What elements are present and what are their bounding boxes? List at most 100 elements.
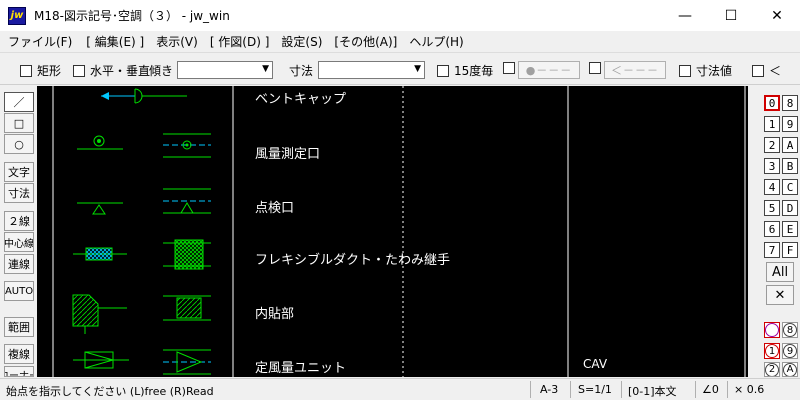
flexible-duct-symbol bbox=[73, 239, 211, 270]
status-paper-size[interactable]: A-3 bbox=[540, 383, 558, 396]
layer-group-a-button[interactable]: A bbox=[782, 362, 798, 377]
dimval-check-box[interactable] bbox=[679, 64, 691, 77]
tool-line[interactable]: ／ bbox=[4, 92, 34, 112]
label-cav: CAV bbox=[583, 357, 608, 371]
layer-group-a-label: A bbox=[783, 363, 797, 376]
inspection-port-symbol bbox=[77, 188, 211, 215]
dropdown-arrow-icon: ▼ bbox=[262, 64, 269, 74]
layer-group-1-button[interactable]: 1 bbox=[764, 343, 780, 359]
tool-auto[interactable]: AUTO bbox=[4, 281, 34, 301]
deg15-label: 15度毎 bbox=[454, 64, 494, 78]
tool-offset[interactable]: 複線 bbox=[4, 344, 34, 364]
toolbar: 矩形 水平・垂直 傾き ▼ 寸法 ▼ 15度毎 ●－－－ ＜－－－ 寸法値 ＜ bbox=[0, 52, 800, 85]
menu-other[interactable]: [その他(A)] bbox=[330, 33, 401, 50]
layer-4-button[interactable]: 4 bbox=[764, 179, 780, 195]
tilt-combo[interactable]: ▼ bbox=[177, 61, 273, 79]
layer-clear-button[interactable]: ✕ bbox=[766, 285, 794, 305]
deg15-checkbox[interactable]: 15度毎 bbox=[437, 62, 493, 79]
tool-dimension[interactable]: 寸法 bbox=[4, 183, 34, 203]
tool-polyline[interactable]: 連線 bbox=[4, 254, 34, 274]
label-flexible-duct: フレキシブルダクト・たわみ継手 bbox=[255, 253, 451, 268]
layer-c-button[interactable]: C bbox=[782, 179, 798, 195]
menu-draw[interactable]: [ 作図(D) ] bbox=[206, 33, 274, 50]
tool-range[interactable]: 範囲 bbox=[4, 317, 34, 337]
label-internal-lining: 内貼部 bbox=[255, 307, 295, 322]
layer-6-button[interactable]: 6 bbox=[764, 221, 780, 237]
status-bar: 始点を指示してください (L)free (R)Read A-3 S=1/1 [0… bbox=[0, 378, 800, 400]
point-mode-button[interactable]: ●－－－ bbox=[518, 61, 580, 79]
status-angle[interactable]: ∠0 bbox=[702, 383, 719, 396]
layer-1-button[interactable]: 1 bbox=[764, 116, 780, 132]
layer-2-button[interactable]: 2 bbox=[764, 137, 780, 153]
tool-circle[interactable]: ○ bbox=[4, 134, 34, 154]
label-cav-unit: 定風量ユニット bbox=[255, 361, 347, 376]
maximize-button[interactable]: ☐ bbox=[708, 0, 754, 31]
layer-all-button[interactable]: All bbox=[766, 262, 794, 282]
menu-edit[interactable]: [ 編集(E) ] bbox=[82, 33, 148, 50]
menu-file[interactable]: ファイル(F) bbox=[4, 33, 76, 50]
layer-f-button[interactable]: F bbox=[782, 242, 798, 258]
lt-check-box[interactable] bbox=[752, 64, 764, 77]
dim-combo[interactable]: ▼ bbox=[318, 61, 425, 79]
window-title: M18-図示記号･空調（３） - jw_win bbox=[34, 9, 230, 23]
status-separator bbox=[621, 381, 622, 398]
status-separator bbox=[695, 381, 696, 398]
hv-checkbox[interactable]: 水平・垂直 bbox=[73, 62, 150, 79]
point-mode-check-box[interactable] bbox=[503, 62, 515, 74]
layer-group-8-button[interactable]: 8 bbox=[782, 322, 798, 338]
title-bar: jw M18-図示記号･空調（３） - jw_win — ☐ ✕ bbox=[0, 0, 800, 31]
app-icon: jw bbox=[8, 6, 26, 25]
hv-check-box[interactable] bbox=[73, 64, 85, 77]
layer-3-button[interactable]: 3 bbox=[764, 158, 780, 174]
layer-group-9-label: 9 bbox=[783, 344, 797, 358]
tool-palette: ／ □ ○ 文字 寸法 ２線 中心線 連線 AUTO 範囲 複線 コーナー bbox=[0, 86, 37, 377]
layer-group-2-button[interactable]: 2 bbox=[764, 362, 780, 377]
label-airflow-port: 風量測定口 bbox=[255, 147, 321, 162]
arrow-mode-button[interactable]: ＜－－－ bbox=[604, 61, 666, 79]
menu-view[interactable]: 表示(V) bbox=[152, 33, 202, 50]
arrow-mode-check-box[interactable] bbox=[589, 62, 601, 74]
tool-center-line[interactable]: 中心線 bbox=[4, 232, 34, 252]
status-layer[interactable]: [0-1]本文 bbox=[628, 383, 677, 399]
menu-help[interactable]: ヘルプ(H) bbox=[405, 33, 467, 50]
tool-corner[interactable]: コーナー bbox=[4, 366, 34, 377]
layer-9-button[interactable]: 9 bbox=[782, 116, 798, 132]
menu-settings[interactable]: 設定(S) bbox=[277, 33, 326, 50]
tool-rectangle[interactable]: □ bbox=[4, 113, 34, 133]
status-scale[interactable]: S=1/1 bbox=[578, 383, 612, 396]
layer-a-button[interactable]: A bbox=[782, 137, 798, 153]
tool-text[interactable]: 文字 bbox=[4, 162, 34, 182]
rect-checkbox[interactable]: 矩形 bbox=[20, 62, 61, 79]
label-inspection-port: 点検口 bbox=[255, 201, 295, 216]
status-separator bbox=[530, 381, 531, 398]
tilt-label: 傾き bbox=[149, 64, 174, 78]
layer-group-9-button[interactable]: 9 bbox=[782, 343, 798, 359]
status-message: 始点を指示してください (L)free (R)Read bbox=[6, 385, 214, 398]
tool-double-line[interactable]: ２線 bbox=[4, 211, 34, 231]
close-button[interactable]: ✕ bbox=[754, 0, 800, 31]
cav-unit-symbol bbox=[73, 349, 211, 375]
layer-b-button[interactable]: B bbox=[782, 158, 798, 174]
rect-check-box[interactable] bbox=[20, 64, 32, 77]
layer-7-button[interactable]: 7 bbox=[764, 242, 780, 258]
status-multiplier[interactable]: × 0.6 bbox=[734, 383, 764, 396]
internal-lining-symbol bbox=[72, 294, 211, 334]
layer-e-button[interactable]: E bbox=[782, 221, 798, 237]
lt-checkbox[interactable]: ＜ bbox=[752, 62, 781, 79]
layer-group-8-label: 8 bbox=[783, 323, 797, 337]
dropdown-arrow-icon: ▼ bbox=[414, 64, 421, 74]
lt-label: ＜ bbox=[769, 64, 782, 78]
layer-0-button[interactable]: 0 bbox=[764, 95, 780, 111]
layer-5-button[interactable]: 5 bbox=[764, 200, 780, 216]
layer-group-2-label: 2 bbox=[765, 363, 779, 376]
airflow-port-symbol bbox=[77, 133, 211, 158]
drawing-canvas[interactable]: ベントキャップ 風量測定口 点検口 フレキシブルダクト・たわみ継手 内貼部 定風… bbox=[37, 86, 748, 377]
rect-label: 矩形 bbox=[37, 64, 62, 78]
deg15-check-box[interactable] bbox=[437, 64, 449, 77]
label-vent-cap: ベントキャップ bbox=[255, 92, 347, 107]
layer-group-0-button[interactable] bbox=[764, 322, 780, 338]
layer-8-button[interactable]: 8 bbox=[782, 95, 798, 111]
dimval-checkbox[interactable]: 寸法値 bbox=[679, 62, 732, 79]
layer-d-button[interactable]: D bbox=[782, 200, 798, 216]
minimize-button[interactable]: — bbox=[662, 0, 708, 31]
